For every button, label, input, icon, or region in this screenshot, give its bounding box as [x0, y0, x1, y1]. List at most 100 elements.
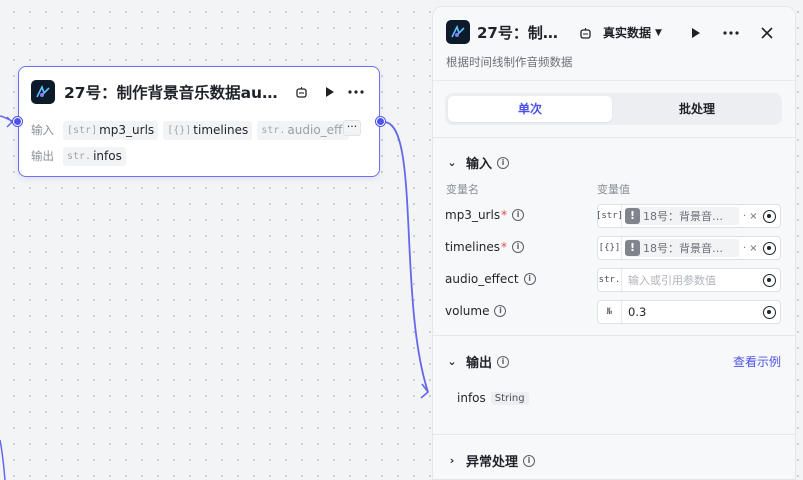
node-input-label: 输入 — [31, 123, 54, 137]
debug-icon[interactable] — [291, 81, 312, 103]
chip-name: infos — [93, 149, 122, 163]
reference-text: 18号：背景音乐时间线 — [643, 242, 733, 255]
app-logo-icon — [31, 80, 55, 104]
info-icon[interactable]: i — [512, 209, 525, 221]
node-output-label: 输出 — [31, 149, 54, 163]
separator-dot: · — [743, 210, 747, 222]
column-header-name: 变量名 — [446, 183, 479, 196]
info-icon[interactable]: i — [523, 454, 536, 467]
node-input-chip: str.audio_effect — [257, 120, 350, 140]
node-config-panel: 27号：制… 真实数据 ▼ 根据时间线制作音频数据 单次 批处理 ⌄ 输入 i … — [432, 6, 796, 480]
tab-single[interactable]: 单次 — [448, 96, 612, 122]
caret-down-icon: ▼ — [655, 27, 662, 38]
variable-select-icon[interactable] — [763, 306, 776, 319]
param-row: mp3_urls* i [str] ! 18号：背景音乐链接 · × — [445, 204, 781, 228]
error-section-title: 异常处理 — [466, 455, 519, 470]
info-icon[interactable]: i — [497, 355, 510, 368]
more-inputs-button[interactable]: ··· — [343, 120, 361, 136]
node-output-port[interactable] — [376, 117, 385, 126]
param-row: audio_effect i str. 输入或引用参数值 — [445, 268, 781, 292]
param-name: audio_effect i — [445, 272, 536, 286]
node-output-chip: str. infos — [63, 146, 126, 166]
output-name: infos — [457, 391, 486, 405]
reference-tag[interactable]: ! 18号：背景音乐时间线 — [625, 239, 739, 257]
divider — [433, 335, 795, 336]
debug-icon[interactable] — [575, 23, 595, 43]
param-row: timelines* i [{}] ! 18号：背景音乐时间线 · × — [445, 236, 781, 260]
info-icon[interactable]: i — [497, 156, 510, 169]
param-name: mp3_urls * i — [445, 208, 525, 222]
close-icon[interactable] — [757, 23, 777, 43]
lower-edge — [0, 439, 6, 480]
node-input-chip: [{}] timelines — [163, 120, 253, 140]
tab-batch[interactable]: 批处理 — [615, 96, 779, 122]
param-type: [{}] — [598, 237, 622, 259]
warning-icon: ! — [625, 208, 640, 224]
separator-dot: · — [743, 242, 747, 254]
param-name-text: volume — [445, 304, 490, 318]
required-mark: * — [501, 240, 508, 254]
node-input-port[interactable] — [13, 117, 22, 126]
node-inputs-row: 输入 [str] mp3_urls [{}] timelines str. audio… — [31, 120, 354, 140]
required-mark: * — [501, 208, 508, 222]
chip-name: mp3_urls — [99, 123, 155, 137]
param-value-field[interactable]: [str] ! 18号：背景音乐链接 · × — [596, 204, 781, 228]
more-icon[interactable] — [346, 81, 367, 103]
variable-select-icon[interactable] — [763, 210, 776, 223]
param-type: [str] — [596, 205, 623, 227]
param-name-text: mp3_urls — [445, 208, 501, 222]
info-icon[interactable]: i — [494, 305, 507, 317]
param-name-text: audio_effect — [445, 272, 519, 286]
data-mode-label: 真实数据 — [603, 26, 652, 40]
more-icon[interactable] — [721, 23, 741, 43]
param-value-field[interactable]: [{}] ! 18号：背景音乐时间线 · × — [597, 236, 781, 260]
incoming-edge-arrow — [6, 116, 14, 128]
workflow-node-27[interactable]: 27号：制作背景音乐数据audio_infos 输入 [str]mp3_urls… — [13, 66, 385, 177]
node-header: 27号：制作背景音乐数据audio_infos — [31, 79, 367, 105]
output-variable: infos String — [457, 391, 529, 405]
chip-type: [{}] — [167, 124, 192, 136]
node-outputs-row: 输出 str. infos — [31, 146, 131, 166]
param-row: volume i № 0.3 — [445, 300, 781, 324]
param-value: 0.3 — [628, 305, 647, 319]
param-value-field[interactable]: str. 输入或引用参数值 — [597, 268, 781, 292]
reference-tag[interactable]: ! 18号：背景音乐链接 — [625, 207, 739, 225]
panel-header: 27号：制… 真实数据 ▼ 根据时间线制作音频数据 — [433, 7, 795, 81]
chevron-down-icon: ⌄ — [447, 156, 457, 169]
panel-description: 根据时间线制作音频数据 — [446, 55, 573, 69]
chevron-down-icon: ⌄ — [447, 355, 457, 368]
input-section-header[interactable]: ⌄ 输入 i — [446, 153, 510, 172]
variable-select-icon[interactable] — [763, 274, 776, 287]
outgoing-edge-arrow — [420, 383, 430, 399]
param-value-field[interactable]: № 0.3 — [597, 300, 781, 324]
param-type: str. — [598, 269, 622, 291]
chip-name: timelines — [193, 123, 249, 137]
play-icon[interactable] — [318, 81, 339, 103]
view-example-link[interactable]: 查看示例 — [733, 353, 781, 370]
panel-title: 27号：制… — [477, 24, 558, 42]
chip-type: str. — [67, 150, 92, 162]
play-icon[interactable] — [685, 23, 705, 43]
param-placeholder: 输入或引用参数值 — [628, 274, 716, 287]
variable-select-icon[interactable] — [763, 242, 776, 255]
node-input-chip: [str] mp3_urls — [63, 120, 159, 140]
data-mode-select[interactable]: 真实数据 ▼ — [603, 24, 662, 41]
param-type: № — [598, 301, 622, 323]
chip-type: [str] — [67, 124, 98, 136]
column-header-value: 变量值 — [597, 183, 630, 196]
remove-reference-icon[interactable]: × — [749, 243, 757, 254]
error-section-header[interactable]: › 异常处理 i — [446, 451, 536, 470]
output-section-header[interactable]: ⌄ 输出 i — [446, 352, 510, 371]
warning-icon: ! — [625, 240, 640, 256]
info-icon[interactable]: i — [512, 241, 525, 253]
info-icon[interactable]: i — [523, 273, 536, 285]
input-section-title: 输入 — [466, 157, 493, 172]
output-type-badge: String — [490, 391, 529, 405]
output-section-title: 输出 — [466, 356, 493, 371]
remove-reference-icon[interactable]: × — [749, 211, 757, 222]
chevron-right-icon: › — [449, 454, 455, 467]
app-logo-icon — [446, 20, 470, 44]
param-name: volume i — [445, 304, 507, 318]
outgoing-edge — [383, 121, 429, 393]
reference-text: 18号：背景音乐链接 — [643, 210, 733, 223]
